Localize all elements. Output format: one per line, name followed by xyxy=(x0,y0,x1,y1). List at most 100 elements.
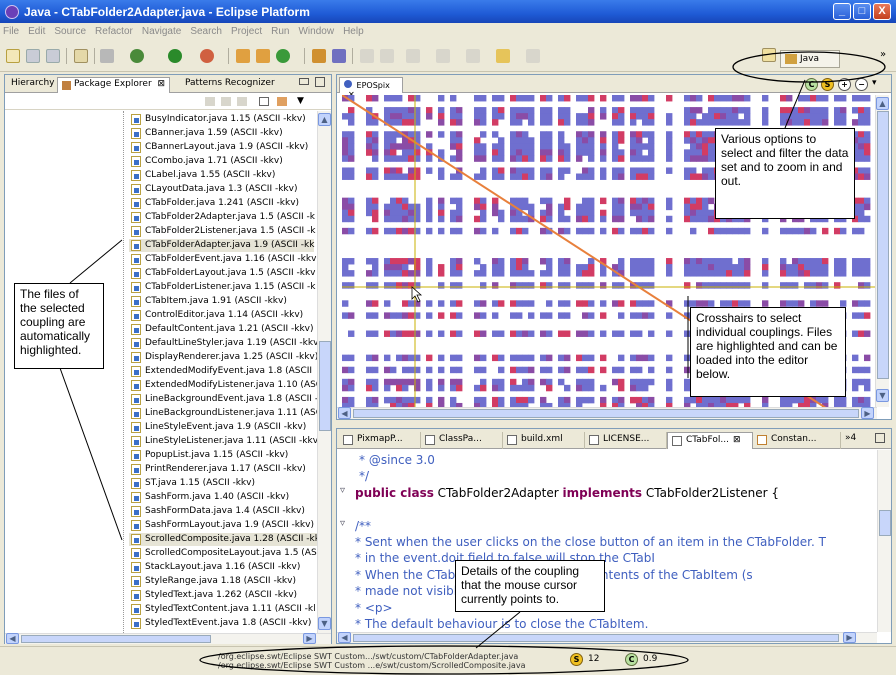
matrix-cell[interactable] xyxy=(396,270,403,277)
matrix-cell[interactable] xyxy=(582,209,589,217)
matrix-cell[interactable] xyxy=(480,378,487,386)
matrix-cell[interactable] xyxy=(558,119,565,126)
matrix-cell[interactable] xyxy=(450,354,457,362)
matrix-cell[interactable] xyxy=(732,282,739,289)
matrix-cell[interactable] xyxy=(636,215,643,223)
matrix-cell[interactable] xyxy=(438,282,445,289)
matrix-cell[interactable] xyxy=(348,312,355,319)
matrix-cell[interactable] xyxy=(396,209,403,217)
matrix-cell[interactable] xyxy=(600,354,607,362)
matrix-cell[interactable] xyxy=(342,149,349,156)
file-item[interactable]: CTabFolder2Adapter.java 1.5 (ASCII -k xyxy=(129,211,315,224)
matrix-cell[interactable] xyxy=(804,119,811,126)
matrix-cell[interactable] xyxy=(540,366,547,374)
matrix-cell[interactable] xyxy=(492,270,499,277)
matrix-cell[interactable] xyxy=(648,264,655,271)
matrix-cell[interactable] xyxy=(612,167,619,174)
matrix-cell[interactable] xyxy=(648,258,655,265)
matrix-cell[interactable] xyxy=(636,155,643,162)
matrix-cell[interactable] xyxy=(510,215,517,223)
matrix-cell[interactable] xyxy=(372,167,379,174)
matrix-cell[interactable] xyxy=(864,264,871,271)
matrix-cell[interactable] xyxy=(558,209,565,217)
matrix-cell[interactable] xyxy=(630,384,637,392)
matrix-cell[interactable] xyxy=(522,143,529,150)
matrix-cell[interactable] xyxy=(840,264,847,271)
new-class-icon[interactable] xyxy=(256,49,270,63)
matrix-cell[interactable] xyxy=(492,203,499,211)
matrix-cell[interactable] xyxy=(522,203,529,211)
matrix-cell[interactable] xyxy=(762,396,769,404)
matrix-cell[interactable] xyxy=(384,354,391,362)
matrix-cell[interactable] xyxy=(696,131,703,138)
matrix-cell[interactable] xyxy=(630,155,637,162)
matrix-cell[interactable] xyxy=(864,300,871,307)
matrix-cell[interactable] xyxy=(510,282,517,289)
file-item[interactable]: DefaultContent.java 1.21 (ASCII -kkv) xyxy=(129,323,314,336)
matrix-cell[interactable] xyxy=(456,107,463,114)
maximize-view-icon[interactable] xyxy=(315,77,325,87)
matrix-cell[interactable] xyxy=(408,203,415,211)
matrix-cell[interactable] xyxy=(630,270,637,277)
matrix-cell[interactable] xyxy=(708,155,715,162)
matrix-cell[interactable] xyxy=(384,113,391,120)
matrix-cell[interactable] xyxy=(366,143,373,150)
matrix-cell[interactable] xyxy=(396,378,403,386)
matrix-cell[interactable] xyxy=(822,119,829,126)
matrix-cell[interactable] xyxy=(390,107,397,114)
matrix-cell[interactable] xyxy=(588,203,595,211)
matrix-cell[interactable] xyxy=(438,264,445,271)
matrix-cell[interactable] xyxy=(396,113,403,120)
matrix-cell[interactable] xyxy=(528,149,535,156)
matrix-cell[interactable] xyxy=(696,143,703,150)
matrix-cell[interactable] xyxy=(810,227,817,235)
matrix-cell[interactable] xyxy=(384,396,391,404)
matrix-cell[interactable] xyxy=(366,227,373,235)
matrix-cell[interactable] xyxy=(852,378,859,386)
matrix-cell[interactable] xyxy=(390,209,397,217)
matrix-cell[interactable] xyxy=(426,396,433,404)
matrix-cell[interactable] xyxy=(390,270,397,277)
matrix-cell[interactable] xyxy=(516,215,523,223)
matrix-cell[interactable] xyxy=(498,143,505,150)
matrix-cell[interactable] xyxy=(480,215,487,223)
matrix-cell[interactable] xyxy=(366,203,373,211)
matrix-cell[interactable] xyxy=(426,227,433,235)
matrix-cell[interactable] xyxy=(720,258,727,265)
matrix-cell[interactable] xyxy=(738,300,745,307)
matrix-cell[interactable] xyxy=(348,197,355,205)
matrix-cell[interactable] xyxy=(528,384,535,392)
matrix-cell[interactable] xyxy=(666,131,673,138)
matrix-cell[interactable] xyxy=(366,209,373,217)
matrix-cell[interactable] xyxy=(474,95,481,102)
matrix-cell[interactable] xyxy=(588,366,595,374)
matrix-cell[interactable] xyxy=(582,95,589,102)
matrix-cell[interactable] xyxy=(540,143,547,150)
matrix-cell[interactable] xyxy=(384,149,391,156)
matrix-cell[interactable] xyxy=(684,155,691,162)
matrix-cell[interactable] xyxy=(516,366,523,374)
matrix-cell[interactable] xyxy=(612,203,619,211)
matrix-cell[interactable] xyxy=(636,143,643,150)
matrix-cell[interactable] xyxy=(816,95,823,102)
matrix-cell[interactable] xyxy=(456,264,463,271)
matrix-cell[interactable] xyxy=(516,107,523,114)
matrix-cell[interactable] xyxy=(852,227,859,235)
matrix-cell[interactable] xyxy=(558,107,565,114)
matrix-cell[interactable] xyxy=(588,209,595,217)
matrix-cell[interactable] xyxy=(396,312,403,319)
matrix-cell[interactable] xyxy=(822,113,829,120)
matrix-cell[interactable] xyxy=(762,95,769,102)
matrix-cell[interactable] xyxy=(426,113,433,120)
matrix-cell[interactable] xyxy=(690,143,697,150)
matrix-cell[interactable] xyxy=(366,354,373,362)
matrix-cell[interactable] xyxy=(564,197,571,205)
matrix-cell[interactable] xyxy=(402,209,409,217)
matrix-cell[interactable] xyxy=(516,354,523,362)
matrix-cell[interactable] xyxy=(558,258,565,265)
matrix-cell[interactable] xyxy=(780,270,787,277)
matrix-cell[interactable] xyxy=(342,155,349,162)
matrix-cell[interactable] xyxy=(480,203,487,211)
matrix-cell[interactable] xyxy=(636,300,643,307)
matrix-cell[interactable] xyxy=(456,282,463,289)
